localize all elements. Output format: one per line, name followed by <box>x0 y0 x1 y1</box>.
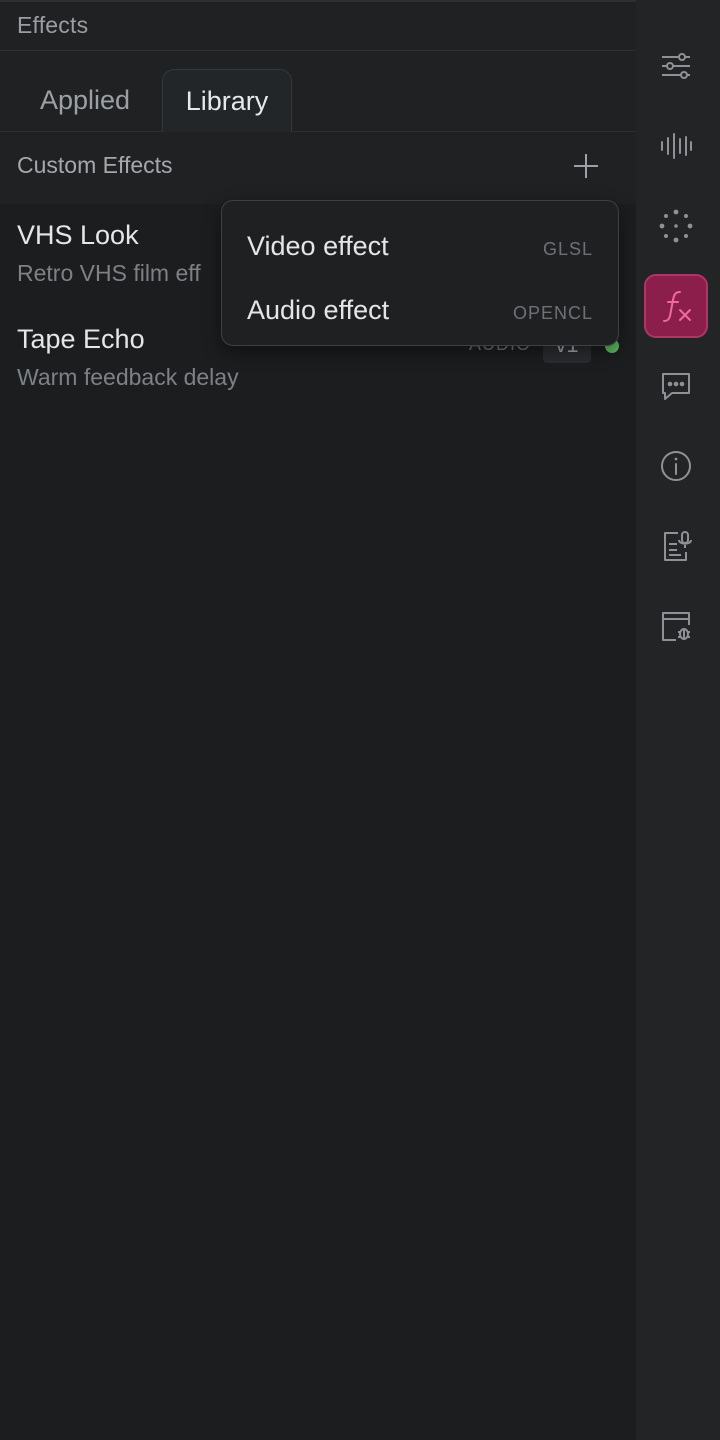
chat-icon <box>662 373 690 400</box>
debug-window-icon <box>662 612 690 641</box>
rail-button-adjust[interactable] <box>644 34 708 98</box>
menu-item-video-effect[interactable]: Video effect GLSL <box>222 209 618 273</box>
waveform-icon <box>661 133 692 159</box>
rail-button-debug[interactable] <box>644 594 708 658</box>
rail-button-info[interactable] <box>644 434 708 498</box>
info-icon <box>661 451 691 481</box>
rail-button-effects[interactable] <box>644 274 708 338</box>
menu-item-audio-effect[interactable]: Audio effect OPENCL <box>222 273 618 337</box>
rail-button-audio[interactable] <box>644 114 708 178</box>
fx-icon <box>663 291 691 322</box>
plus-icon <box>574 154 598 178</box>
rail-button-particles[interactable] <box>644 194 708 258</box>
sliders-icon <box>662 53 690 79</box>
new-effect-dropdown: Video effect GLSL Audio effect OPENCL <box>221 200 619 346</box>
custom-effects-header: Custom Effects <box>0 132 636 204</box>
panel-header: Effects <box>0 0 636 51</box>
sparkle-icon <box>659 209 693 243</box>
right-tool-rail <box>636 0 720 1440</box>
document-mic-icon <box>664 531 692 561</box>
menu-item-label: Video effect <box>247 231 389 261</box>
effect-name: VHS Look <box>17 220 139 250</box>
rail-button-comments[interactable] <box>644 354 708 418</box>
section-title: Custom Effects <box>17 152 173 178</box>
tabs-bar: Applied Library <box>0 51 636 133</box>
menu-item-label: Audio effect <box>247 295 390 325</box>
menu-item-hint: GLSL <box>542 239 593 259</box>
panel-title: Effects <box>17 12 89 38</box>
add-effect-button[interactable] <box>568 148 604 184</box>
effect-name: Tape Echo <box>17 324 145 354</box>
rail-button-voiceover[interactable] <box>644 514 708 578</box>
tab-applied[interactable]: Applied <box>16 69 154 132</box>
tab-library[interactable]: Library <box>162 69 292 133</box>
effect-description: Retro VHS film eff <box>17 260 201 286</box>
effect-description: Warm feedback delay <box>17 364 239 390</box>
effects-panel: Effects Applied Library Custom Effects V… <box>0 0 636 1440</box>
menu-item-hint: OPENCL <box>512 303 593 323</box>
